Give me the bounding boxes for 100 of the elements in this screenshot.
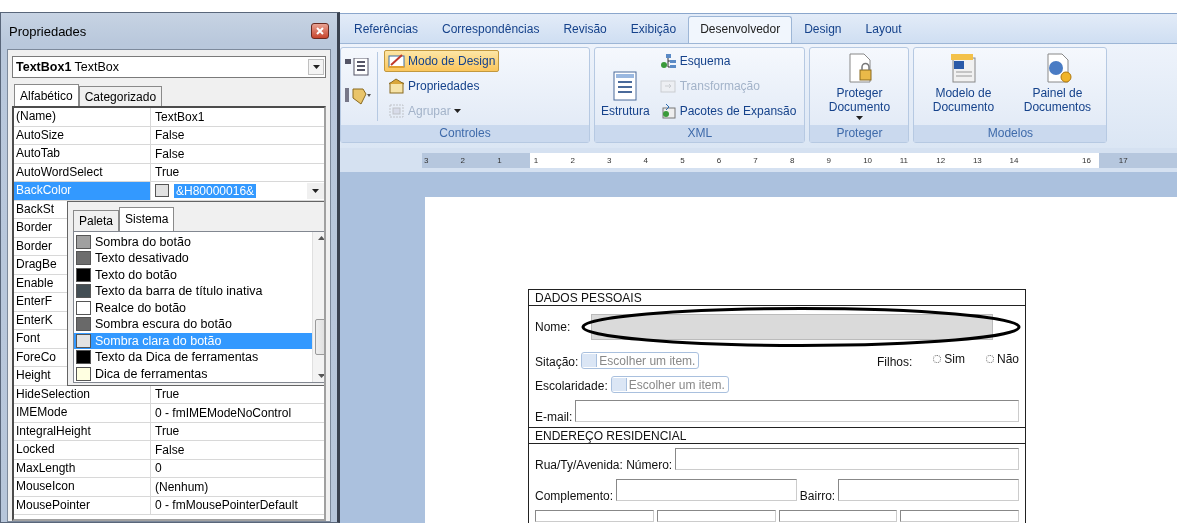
properties-icon (388, 78, 405, 94)
tools-icon (345, 86, 371, 106)
close-icon (316, 27, 324, 35)
radio-option[interactable]: Sim (933, 352, 965, 366)
property-name[interactable]: MaxLength (14, 459, 151, 477)
close-button[interactable] (311, 23, 329, 39)
property-value: (Nenhum) (155, 479, 209, 494)
ruler-number: 3 (423, 155, 430, 165)
input-field[interactable] (656, 510, 776, 522)
property-name[interactable]: IntegralHeight (14, 422, 151, 440)
ribbon-tab[interactable]: Revisão (551, 16, 619, 43)
ribbon-button[interactable]: Painel de Documentos (1012, 50, 1103, 116)
ruler-number: 4 (642, 155, 649, 165)
scrollbar-thumb[interactable] (315, 318, 324, 355)
property-name[interactable]: Locked (14, 441, 151, 459)
input-field[interactable] (900, 510, 1019, 522)
ruler-number: 6 (715, 155, 723, 165)
color-option[interactable]: Texto desativado (74, 250, 312, 267)
input-field[interactable] (675, 448, 1019, 470)
property-value: True (155, 387, 180, 402)
field-label: Rua/Ty/Avenida: Número: (535, 458, 673, 472)
field-label: Sitação: (535, 355, 579, 369)
ruler-number: 7 (752, 155, 759, 165)
ribbon-tab[interactable]: Exibição (618, 16, 689, 43)
ribbon-tab[interactable]: Desenvolvedor (688, 16, 793, 43)
group-icon (388, 103, 405, 119)
ribbon-tab[interactable]: Referências (342, 16, 431, 43)
ribbon-tab[interactable]: Design (792, 16, 854, 43)
property-value: False (155, 442, 185, 457)
caret-icon (312, 65, 320, 69)
property-name[interactable]: IMEMode (14, 404, 151, 422)
property-value: 0 (155, 461, 162, 476)
ruler-number: 9 (825, 155, 832, 165)
group-label: XML (595, 125, 805, 142)
template-document-icon (948, 52, 979, 84)
dropdown-field[interactable]: Escolher um item. (610, 376, 729, 393)
input-field[interactable] (838, 479, 1019, 501)
property-value: 0 - fmIMEModeNoControl (155, 405, 292, 420)
ribbon-tab[interactable]: Correspondências (430, 16, 552, 43)
tab[interactable]: Alfabético (14, 84, 79, 106)
color-option[interactable]: Dica de ferramentas (74, 365, 312, 382)
tab[interactable]: Categorizado (78, 86, 163, 106)
ribbon-button[interactable]: Estrutura (599, 68, 652, 120)
field-label: Nome: (535, 320, 571, 334)
color-option[interactable]: Sombra escura do botão (74, 316, 312, 333)
color-option[interactable]: Realce do botão (74, 299, 312, 316)
ruler-number: 11 (898, 155, 910, 165)
ribbon-button[interactable]: Proteger Documento (814, 50, 905, 122)
ruler-number: 16 (1081, 155, 1092, 165)
dropdown-field[interactable]: Escolher um item. (581, 352, 700, 369)
group-label: Proteger (810, 125, 909, 142)
ruler-number: 8 (788, 155, 796, 165)
field-label: Complemento: (535, 489, 614, 503)
property-name[interactable]: AutoSize (14, 126, 151, 144)
property-name[interactable]: (Name) (14, 108, 151, 126)
property-value: 0 - fmMousePointerDefault (155, 498, 298, 513)
color-option[interactable]: Texto da barra de título inativa (74, 283, 312, 300)
ribbon-button[interactable]: Modo de Design (384, 50, 500, 72)
property-name[interactable]: MousePointer (14, 496, 151, 514)
input-field[interactable] (535, 510, 654, 522)
ribbon-button[interactable]: Pacotes de Expansão (655, 100, 801, 122)
transform-icon (659, 78, 677, 94)
ribbon-tab[interactable]: Layout (853, 16, 914, 43)
ruler-number: 3 (605, 155, 613, 165)
caret-icon (312, 188, 319, 193)
property-value: True (155, 424, 180, 439)
input-field[interactable] (616, 479, 797, 501)
ruler-number: 1 (496, 155, 503, 165)
ribbon-button[interactable]: Esquema (655, 50, 801, 72)
tab[interactable]: Sistema (119, 206, 175, 231)
ribbon-button[interactable]: Modelo de Documento (918, 50, 1009, 116)
object-selector[interactable]: TextBox1 TextBox (12, 56, 326, 78)
schema-icon (659, 53, 677, 69)
ruler-number: 12 (935, 155, 947, 165)
field-label: E-mail: (535, 410, 573, 424)
property-name[interactable]: AutoTab (14, 145, 151, 163)
color-option[interactable]: Texto da Dica de ferramentas (74, 349, 312, 366)
up-arrow-icon (318, 235, 324, 240)
property-value: TextBox1 (155, 109, 205, 124)
property-value: True (155, 165, 180, 180)
input-field[interactable] (591, 314, 994, 340)
color-option[interactable]: Sombra do botão (74, 233, 312, 250)
section-heading: ENDEREÇO RESIDENCIAL (529, 427, 1025, 444)
dropdown-button[interactable] (307, 182, 324, 199)
input-field[interactable] (778, 510, 898, 522)
ruler-number: 13 (971, 155, 983, 165)
expansion-pack-icon (659, 103, 677, 119)
dropdown-button[interactable] (308, 59, 324, 75)
input-field[interactable] (575, 400, 1019, 422)
tab[interactable]: Paleta (73, 209, 120, 231)
ribbon-button[interactable]: Propriedades (384, 75, 500, 97)
property-value: False (155, 128, 185, 143)
window-title: Propriedades (9, 23, 87, 39)
property-name[interactable]: AutoWordSelect (14, 163, 151, 181)
color-option[interactable]: Texto do botão (74, 266, 312, 283)
ruler-number: 17 (1117, 155, 1129, 165)
radio-option[interactable]: Não (986, 352, 1019, 366)
group-label: Controles (341, 125, 589, 142)
property-name[interactable]: MouseIcon (14, 478, 151, 496)
field-label: Escolaridade: (535, 379, 608, 393)
